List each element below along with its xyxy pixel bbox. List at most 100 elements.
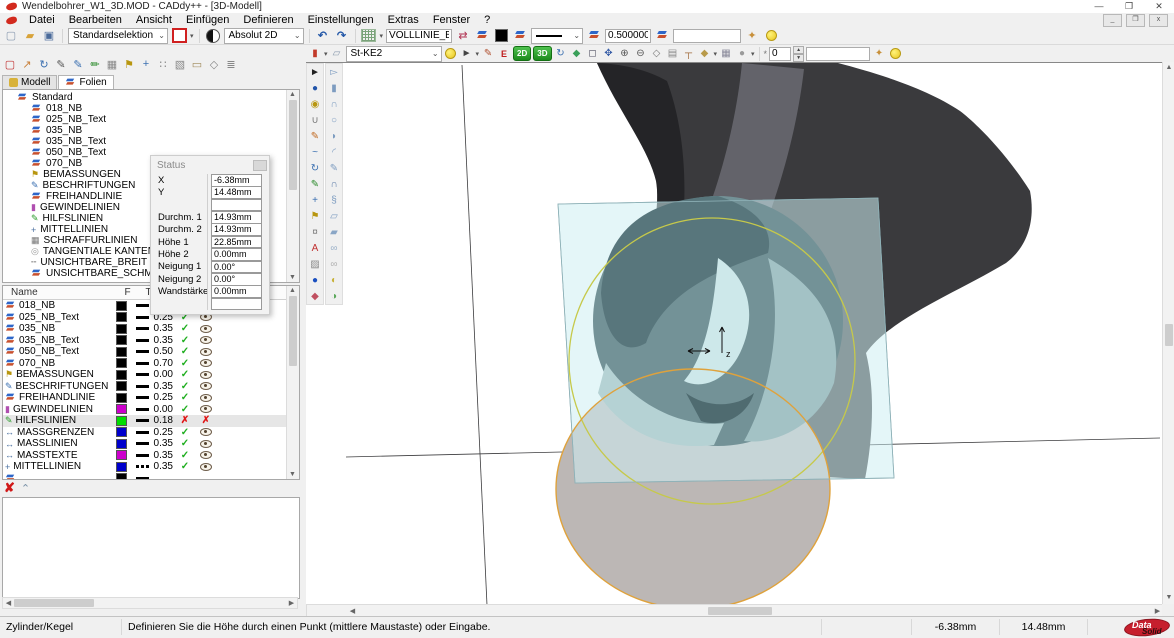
pen-green-icon[interactable]: ✎: [307, 176, 323, 192]
status-field-value[interactable]: [211, 298, 262, 311]
pencil-h-icon[interactable]: ✏: [87, 57, 103, 72]
table-scrollbar[interactable]: ▲ ▼: [286, 286, 299, 479]
layer-visible-toggle[interactable]: [195, 336, 217, 344]
pointer-pen-icon[interactable]: ►: [460, 47, 474, 61]
layer-row-MASSTEXTE[interactable]: ↔MASSTEXTE0.35✓: [3, 450, 299, 462]
layer-linestyle[interactable]: [132, 350, 153, 353]
layer-row-050_NB_Text[interactable]: 050_NB_Text0.50✓: [3, 346, 299, 358]
dome-icon[interactable]: ∩: [326, 96, 342, 112]
bulb-icon[interactable]: [763, 28, 779, 43]
status-field-value[interactable]: [211, 199, 262, 212]
angle-input[interactable]: [769, 47, 791, 61]
status-field-value[interactable]: 0.00mm: [211, 248, 262, 261]
rotate-view-icon[interactable]: ↻: [554, 47, 568, 61]
eraser-icon[interactable]: ◆: [307, 288, 323, 304]
tree-item-Standard[interactable]: Standard: [3, 92, 299, 103]
tree-item-035_NB_Text[interactable]: 035_NB_Text: [3, 136, 299, 147]
tab-folien[interactable]: Folien: [58, 75, 113, 89]
edit-e-icon[interactable]: E: [497, 47, 511, 61]
menu-extras[interactable]: Extras: [381, 13, 426, 27]
layer-color-swatch[interactable]: [111, 416, 132, 426]
layer-linestyle[interactable]: [132, 454, 153, 457]
menu-datei[interactable]: Datei: [22, 13, 62, 27]
flag-n-icon[interactable]: ⚑: [307, 208, 323, 224]
layer-active-toggle[interactable]: ✓: [175, 450, 195, 461]
menu-einstellungen[interactable]: Einstellungen: [301, 13, 381, 27]
viewport-vscrollbar[interactable]: ▲ ▼: [1162, 62, 1174, 604]
extra-input[interactable]: [673, 29, 741, 43]
layer-row-MITTELLINIEN[interactable]: +MITTELLINIEN0.35✓: [3, 461, 299, 473]
panel-hscrollbar[interactable]: ◀ ▶: [2, 597, 298, 609]
apply-icon[interactable]: ✦: [872, 47, 886, 61]
sphere-icon[interactable]: [205, 28, 221, 43]
preview-icon[interactable]: ▤: [666, 47, 680, 61]
layer-visible-toggle[interactable]: [195, 440, 217, 448]
layer-active-toggle[interactable]: ✓: [175, 461, 195, 472]
layer-linestyle[interactable]: [132, 339, 153, 342]
layer-icon[interactable]: [586, 28, 602, 43]
layer-visible-toggle[interactable]: [195, 405, 217, 413]
layer-row-FREIHANDLINIE[interactable]: FREIHANDLINIE0.25✓: [3, 392, 299, 404]
measure-tool-icon[interactable]: ┬: [682, 47, 696, 61]
status-field-value[interactable]: 0.00°: [211, 273, 262, 286]
layer-row-035_NB_Text[interactable]: 035_NB_Text0.35✓: [3, 335, 299, 347]
layer-row-partial[interactable]: [3, 473, 299, 481]
layer-color-swatch[interactable]: [111, 462, 132, 472]
layer-visible-toggle[interactable]: [195, 325, 217, 333]
layer-color-swatch[interactable]: [111, 393, 132, 403]
layer-visible-toggle[interactable]: [195, 382, 217, 390]
layer-icon[interactable]: [654, 28, 670, 43]
zoom-window-icon[interactable]: ◻: [586, 47, 600, 61]
layer-active-toggle[interactable]: ✓: [175, 323, 195, 334]
mdi-minimize-button[interactable]: _: [1103, 14, 1122, 27]
menu-bearbeiten[interactable]: Bearbeiten: [62, 13, 129, 27]
shaded-cube-icon-caret[interactable]: ▾: [714, 50, 718, 58]
black-swatch[interactable]: [493, 28, 509, 43]
layer-active-toggle[interactable]: ✓: [175, 404, 195, 415]
section-icon[interactable]: ∪: [307, 112, 323, 128]
layer-active-toggle[interactable]: ✗: [175, 415, 195, 426]
layer-row-BESCHRIFTUNGEN[interactable]: ✎BESCHRIFTUNGEN0.35✓: [3, 381, 299, 393]
menu-ansicht[interactable]: Ansicht: [129, 13, 179, 27]
list-icon[interactable]: ≣: [223, 57, 239, 72]
half-sphere-icon[interactable]: ◗: [326, 128, 342, 144]
layer-color-swatch[interactable]: [111, 439, 132, 449]
text-a-icon[interactable]: A: [307, 240, 323, 256]
layer-row-070_NB[interactable]: 070_NB0.70✓: [3, 358, 299, 370]
layer-row-MASSLINIEN[interactable]: ↔MASSLINIEN0.35✓: [3, 438, 299, 450]
layer-linestyle[interactable]: [132, 396, 153, 399]
layer-visible-toggle[interactable]: [195, 394, 217, 402]
selection-red-icon[interactable]: [171, 28, 187, 43]
pan-hand-icon[interactable]: ✥: [602, 47, 616, 61]
open-folder-icon[interactable]: ▰: [22, 28, 38, 43]
ruler-icon[interactable]: ▭: [189, 57, 205, 72]
pen-icon[interactable]: ✎: [326, 160, 342, 176]
layer-icon[interactable]: [512, 28, 528, 43]
cylinder-icon[interactable]: ▮: [326, 80, 342, 96]
pen-orange-icon[interactable]: ✎: [307, 128, 323, 144]
menu-definieren[interactable]: Definieren: [236, 13, 300, 27]
delete-red-icon[interactable]: ✘: [4, 480, 15, 496]
layer-row-MASSGRENZEN[interactable]: ↔MASSGRENZEN0.25✓: [3, 427, 299, 439]
zoom-in-icon[interactable]: ⊕: [618, 47, 632, 61]
layer-linestyle[interactable]: [132, 442, 153, 445]
menu-einfgen[interactable]: Einfügen: [179, 13, 236, 27]
layer-color-swatch[interactable]: [111, 381, 132, 391]
layer-linestyle[interactable]: [132, 419, 153, 422]
sphere-blue-icon[interactable]: ●: [307, 80, 323, 96]
layer-visible-toggle[interactable]: ✗: [195, 415, 217, 426]
rotate-icon[interactable]: ↻: [307, 160, 323, 176]
crosshair-icon[interactable]: +: [138, 57, 154, 72]
layer-linestyle[interactable]: [132, 316, 153, 319]
status-field-value[interactable]: 14.93mm: [211, 211, 262, 224]
coord-mode-dropdown[interactable]: Absolut 2D⌄: [224, 28, 304, 44]
line-width-input[interactable]: [605, 29, 651, 43]
red-cube-caret[interactable]: ▾: [324, 50, 328, 58]
arc-icon[interactable]: ◜: [326, 144, 342, 160]
iso-cube-icon[interactable]: ◆: [570, 47, 584, 61]
export-icon[interactable]: ↗: [19, 57, 35, 72]
tool-icon[interactable]: ¤: [307, 224, 323, 240]
layer-linestyle[interactable]: [132, 327, 153, 330]
layer-active-toggle[interactable]: ✓: [175, 358, 195, 369]
layer-linestyle[interactable]: [132, 465, 153, 468]
